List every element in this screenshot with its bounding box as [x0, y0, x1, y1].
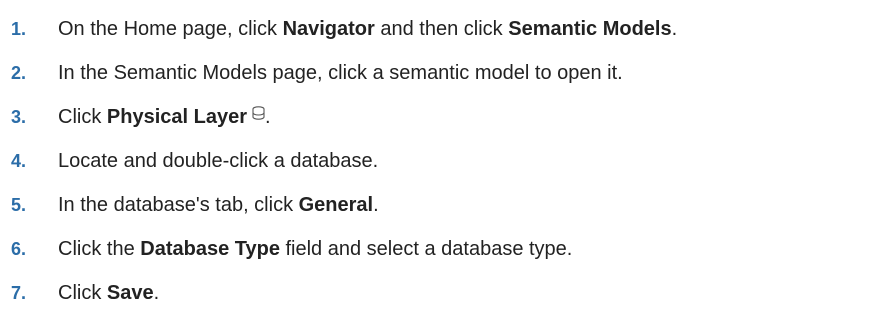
ui-term-physical-layer: Physical Layer: [106, 106, 247, 128]
step-number: 1.: [11, 19, 27, 39]
step-number: 2.: [11, 63, 27, 83]
step-text-part: Click the: [58, 238, 141, 260]
step-number: 6.: [11, 239, 27, 259]
step-text-part: field and select a database type.: [279, 238, 573, 260]
ui-term-database-type: Database Type: [140, 238, 280, 260]
step-text: Locate and double-click a database.: [58, 146, 378, 176]
step-text: Click the Database Type field and select…: [58, 234, 572, 264]
step-text-part: .: [671, 18, 678, 40]
step-text-part: Click: [58, 106, 107, 128]
step-text-part: In the Semantic Models page, click a sem…: [58, 62, 623, 84]
step-text-part: .: [153, 282, 160, 304]
step-text-part: .: [264, 106, 271, 128]
step-text-part: Click: [58, 282, 107, 304]
ui-term-navigator: Navigator: [282, 18, 375, 40]
step-number: 4.: [11, 151, 27, 171]
ui-term-semantic-models: Semantic Models: [508, 18, 672, 40]
step-text: Click Save.: [58, 278, 159, 308]
step-text-part: In the database's tab, click: [58, 194, 299, 216]
step-text-part: Locate and double-click a database.: [58, 150, 379, 172]
step-text-part: and then click: [374, 18, 509, 40]
step-text-part: .: [373, 194, 379, 216]
step-text: On the Home page, click Navigator and th…: [58, 14, 677, 44]
step-text: In the Semantic Models page, click a sem…: [58, 58, 623, 88]
step-text: Click Physical Layer.: [58, 102, 271, 133]
step-number: 7.: [11, 283, 27, 303]
step-text: In the database's tab, click General.: [58, 190, 379, 220]
database-icon: [252, 99, 265, 129]
ui-term-general: General: [298, 194, 374, 216]
step-number: 3.: [11, 107, 27, 127]
step-number: 5.: [11, 195, 27, 215]
ui-term-save: Save: [106, 282, 154, 304]
step-text-part: On the Home page, click: [58, 18, 283, 40]
